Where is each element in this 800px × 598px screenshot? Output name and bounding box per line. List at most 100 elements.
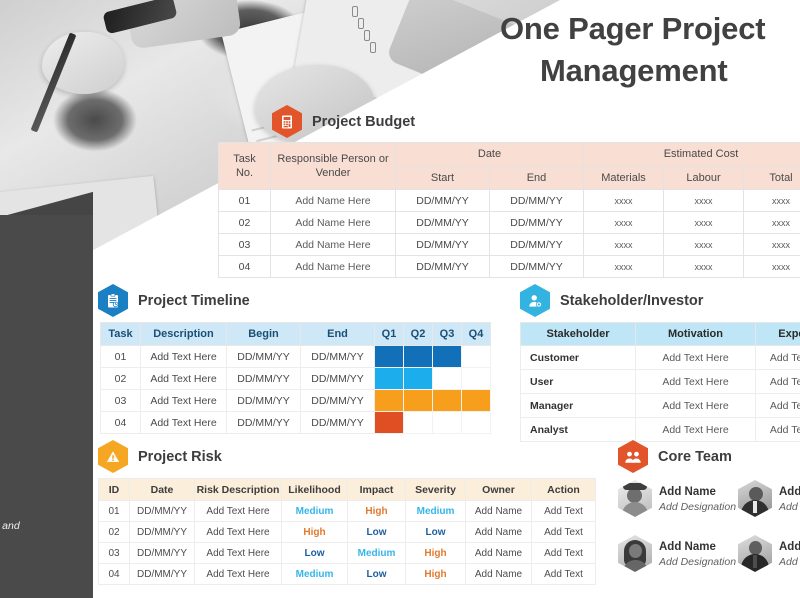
gantt-cell-q4[interactable] [461, 411, 491, 434]
risk-cell-likelihood[interactable]: Medium [281, 500, 348, 522]
budget-cell-total[interactable]: xxxx [742, 233, 800, 256]
gantt-cell-q4[interactable] [461, 367, 491, 390]
risk-cell-impact[interactable]: Low [347, 521, 406, 543]
budget-cell-end[interactable]: DD/MM/YY [489, 211, 584, 234]
budget-cell-materials[interactable]: xxxx [583, 211, 664, 234]
timeline-cell-description[interactable]: Add Text Here [140, 411, 227, 434]
table-row[interactable]: 03 Add Text Here DD/MM/YY DD/MM/YY [100, 389, 491, 412]
gantt-cell-q3[interactable] [432, 389, 462, 412]
table-row[interactable]: 04 Add Text Here DD/MM/YY DD/MM/YY [100, 411, 491, 434]
timeline-cell-begin[interactable]: DD/MM/YY [226, 411, 301, 434]
stakeholder-cell-motivation[interactable]: Add Text Here [635, 369, 756, 394]
budget-cell-start[interactable]: DD/MM/YY [395, 189, 490, 212]
budget-cell-person[interactable]: Add Name Here [270, 211, 396, 234]
stakeholder-cell-expertise[interactable]: Add Text Here [755, 345, 800, 370]
risk-cell-date[interactable]: DD/MM/YY [129, 521, 195, 543]
table-row[interactable]: Analyst Add Text Here Add Text Here [520, 417, 800, 442]
budget-cell-person[interactable]: Add Name Here [270, 255, 396, 278]
risk-cell-impact[interactable]: Medium [347, 542, 406, 564]
risk-cell-date[interactable]: DD/MM/YY [129, 542, 195, 564]
budget-cell-labour[interactable]: xxxx [663, 211, 744, 234]
budget-cell-start[interactable]: DD/MM/YY [395, 211, 490, 234]
budget-cell-end[interactable]: DD/MM/YY [489, 189, 584, 212]
gantt-cell-q2[interactable] [403, 345, 433, 368]
risk-cell-impact[interactable]: Low [347, 563, 406, 585]
gantt-cell-q4[interactable] [461, 345, 491, 368]
risk-cell-severity[interactable]: Medium [405, 500, 466, 522]
timeline-cell-description[interactable]: Add Text Here [140, 345, 227, 368]
gantt-cell-q2[interactable] [403, 411, 433, 434]
table-row[interactable]: Customer Add Text Here Add Text Here [520, 345, 800, 370]
gantt-cell-q1[interactable] [374, 345, 404, 368]
timeline-cell-begin[interactable]: DD/MM/YY [226, 345, 301, 368]
risk-cell-severity[interactable]: High [405, 542, 466, 564]
risk-cell-description[interactable]: Add Text Here [194, 500, 282, 522]
gantt-cell-q2[interactable] [403, 367, 433, 390]
risk-cell-likelihood[interactable]: Low [281, 542, 348, 564]
list-item[interactable]: Add Name Add Designation [738, 535, 800, 572]
gantt-cell-q1[interactable] [374, 411, 404, 434]
risk-cell-owner[interactable]: Add Name [465, 521, 532, 543]
gantt-cell-q1[interactable] [374, 389, 404, 412]
table-row[interactable]: User Add Text Here Add Text Here [520, 369, 800, 394]
table-row[interactable]: 01 Add Text Here DD/MM/YY DD/MM/YY [100, 345, 491, 368]
budget-cell-end[interactable]: DD/MM/YY [489, 233, 584, 256]
timeline-cell-end[interactable]: DD/MM/YY [300, 411, 375, 434]
timeline-cell-end[interactable]: DD/MM/YY [300, 367, 375, 390]
budget-cell-labour[interactable]: xxxx [663, 189, 744, 212]
risk-cell-likelihood[interactable]: Medium [281, 563, 348, 585]
table-row[interactable]: 01 DD/MM/YY Add Text Here Medium High Me… [98, 500, 596, 522]
list-item[interactable]: Add Name Add Designation [738, 480, 800, 517]
risk-cell-description[interactable]: Add Text Here [194, 563, 282, 585]
stakeholder-cell-motivation[interactable]: Add Text Here [635, 345, 756, 370]
table-row[interactable]: 02 Add Name Here DD/MM/YY DD/MM/YY xxxx … [218, 211, 800, 234]
budget-cell-start[interactable]: DD/MM/YY [395, 255, 490, 278]
timeline-cell-begin[interactable]: DD/MM/YY [226, 367, 301, 390]
budget-cell-end[interactable]: DD/MM/YY [489, 255, 584, 278]
budget-cell-materials[interactable]: xxxx [583, 189, 664, 212]
timeline-cell-end[interactable]: DD/MM/YY [300, 389, 375, 412]
risk-cell-action[interactable]: Add Text [531, 500, 596, 522]
stakeholder-cell-expertise[interactable]: Add Text Here [755, 393, 800, 418]
risk-cell-action[interactable]: Add Text [531, 542, 596, 564]
risk-cell-likelihood[interactable]: High [281, 521, 348, 543]
budget-cell-person[interactable]: Add Name Here [270, 233, 396, 256]
risk-cell-severity[interactable]: Low [405, 521, 466, 543]
risk-cell-impact[interactable]: High [347, 500, 406, 522]
gantt-cell-q3[interactable] [432, 367, 462, 390]
gantt-cell-q1[interactable] [374, 367, 404, 390]
risk-cell-action[interactable]: Add Text [531, 521, 596, 543]
budget-cell-total[interactable]: xxxx [742, 255, 800, 278]
gantt-cell-q2[interactable] [403, 389, 433, 412]
timeline-cell-description[interactable]: Add Text Here [140, 389, 227, 412]
stakeholder-cell-expertise[interactable]: Add Text Here [755, 369, 800, 394]
table-row[interactable]: 01 Add Name Here DD/MM/YY DD/MM/YY xxxx … [218, 189, 800, 212]
budget-cell-labour[interactable]: xxxx [663, 233, 744, 256]
gantt-cell-q4[interactable] [461, 389, 491, 412]
timeline-cell-description[interactable]: Add Text Here [140, 367, 227, 390]
stakeholder-cell-motivation[interactable]: Add Text Here [635, 417, 756, 442]
stakeholder-cell-motivation[interactable]: Add Text Here [635, 393, 756, 418]
list-item[interactable]: Add Name Add Designation [618, 480, 738, 517]
budget-cell-person[interactable]: Add Name Here [270, 189, 396, 212]
risk-cell-severity[interactable]: High [405, 563, 466, 585]
list-item[interactable]: Add Name Add Designation [618, 535, 738, 572]
table-row[interactable]: Manager Add Text Here Add Text Here [520, 393, 800, 418]
risk-cell-owner[interactable]: Add Name [465, 500, 532, 522]
risk-cell-owner[interactable]: Add Name [465, 542, 532, 564]
timeline-cell-begin[interactable]: DD/MM/YY [226, 389, 301, 412]
table-row[interactable]: 03 DD/MM/YY Add Text Here Low Medium Hig… [98, 542, 596, 564]
table-row[interactable]: 04 DD/MM/YY Add Text Here Medium Low Hig… [98, 563, 596, 585]
risk-cell-date[interactable]: DD/MM/YY [129, 500, 195, 522]
table-row[interactable]: 02 DD/MM/YY Add Text Here High Low Low A… [98, 521, 596, 543]
risk-cell-date[interactable]: DD/MM/YY [129, 563, 195, 585]
budget-cell-start[interactable]: DD/MM/YY [395, 233, 490, 256]
budget-cell-labour[interactable]: xxxx [663, 255, 744, 278]
risk-cell-owner[interactable]: Add Name [465, 563, 532, 585]
risk-cell-action[interactable]: Add Text [531, 563, 596, 585]
budget-cell-total[interactable]: xxxx [742, 211, 800, 234]
timeline-cell-end[interactable]: DD/MM/YY [300, 345, 375, 368]
stakeholder-cell-expertise[interactable]: Add Text Here [755, 417, 800, 442]
budget-cell-total[interactable]: xxxx [742, 189, 800, 212]
table-row[interactable]: 03 Add Name Here DD/MM/YY DD/MM/YY xxxx … [218, 233, 800, 256]
